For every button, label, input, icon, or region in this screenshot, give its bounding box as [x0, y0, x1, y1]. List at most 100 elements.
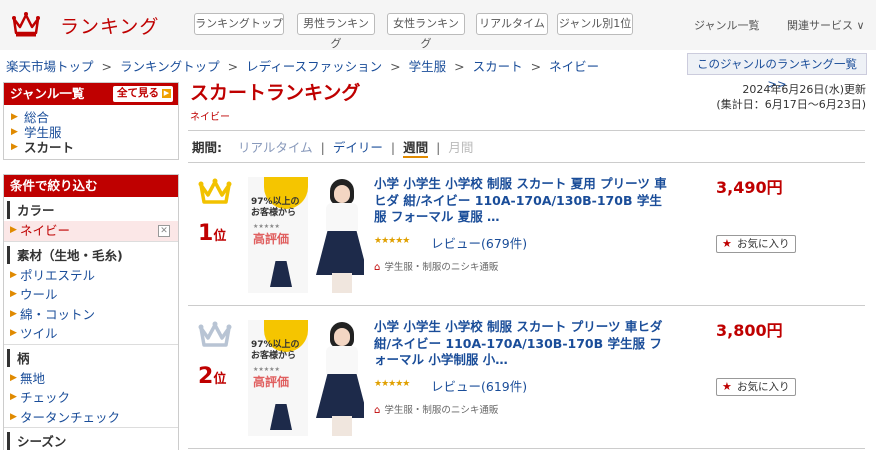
filter-item-tartan[interactable]: ▶ タータンチェック [4, 408, 178, 428]
sidebar-item-overall[interactable]: ▶ 総合 [4, 110, 178, 125]
filter-item-label: ツイル [20, 326, 58, 341]
breadcrumb: 楽天市場トップ > ランキングトップ > レディースファッション > 学生服 > スカート > ネイ… [6, 56, 599, 75]
genre-list-header: ジャンル一覧 全て見る ▶ [4, 83, 178, 105]
filter-item-twill[interactable]: ▶ ツイル [4, 324, 178, 344]
shop-name-link[interactable]: 学生服・制服のニシキ通販 [384, 262, 498, 273]
breadcrumb-item[interactable]: 楽天市場トップ [6, 59, 94, 74]
bullet-icon: ▶ [11, 127, 18, 137]
filter-item-label: タータンチェック [20, 409, 121, 425]
ranking-logo-text[interactable]: ランキング [60, 12, 159, 39]
filter-item-plain[interactable]: ▶ 無地 [4, 369, 178, 389]
breadcrumb-item[interactable]: ランキングトップ [120, 59, 220, 74]
top-header: ランキング ランキングトップ 男性ランキング 女性ランキング リアルタイム ジャ… [0, 0, 876, 50]
filter-item-check[interactable]: ▶ チェック [4, 388, 178, 408]
filter-section-material: 素材（生地・毛糸) ▶ ポリエステル ▶ ウール ▶ 綿・コットン ▶ ツイル [4, 240, 178, 344]
tab-ranking-top[interactable]: ランキングトップ [194, 13, 284, 35]
favorite-label: お気に入り [737, 381, 790, 393]
breadcrumb-separator: > [101, 59, 112, 74]
tab-male-ranking[interactable]: 男性ランキング [297, 13, 375, 50]
review-link[interactable]: レビュー(679件) [431, 233, 527, 252]
rank-value: 1 [198, 221, 214, 246]
filter-section-season: シーズン [4, 427, 178, 450]
period-selector: 期間: リアルタイム | デイリー | 週間 | 月間 [192, 137, 474, 158]
tab-female-ranking[interactable]: 女性ランキング [387, 13, 465, 50]
filter-item-label: 綿・コットン [20, 306, 96, 322]
breadcrumb-separator: > [530, 59, 542, 74]
bullet-icon: ▶ [10, 225, 17, 235]
page-title: スカートランキング [190, 82, 361, 104]
rank-number: 1位 [198, 221, 238, 246]
rank-suffix: 位 [213, 372, 227, 387]
favorite-button[interactable]: ★ お気に入り [716, 235, 796, 253]
breadcrumb-item[interactable]: 学生服 [409, 59, 447, 74]
related-services-link[interactable]: 関連サービス ∨ [787, 17, 865, 33]
price: 3,800円 [716, 321, 783, 340]
updated-info: 2024年6月26日(水)更新 (集計日：6月17日～6月23日) [716, 82, 866, 112]
thumb-text: 高評価 [253, 232, 290, 246]
rating-stars-icon: ★★★★★ [374, 379, 410, 389]
see-all-button[interactable]: 全て見る ▶ [113, 86, 173, 102]
rank-suffix: 位 [213, 229, 227, 244]
genre-list-link[interactable]: ジャンル一覧 [694, 17, 759, 33]
tab-realtime[interactable]: リアルタイム [476, 13, 548, 35]
bullet-icon: ▶ [10, 392, 17, 402]
filter-item-label: ネイビー [20, 223, 71, 238]
breadcrumb-item[interactable]: ネイビー [549, 59, 599, 74]
thumb-text: 97%以上の [251, 340, 300, 350]
silver-crown-icon [198, 321, 232, 347]
sidebar-item-school-uniform[interactable]: ▶ 学生服 [4, 125, 178, 140]
bullet-icon: ▶ [10, 411, 17, 422]
price: 3,490円 [716, 178, 783, 197]
period-weekly[interactable]: 週間 [403, 140, 429, 158]
bullet-icon: ▶ [11, 142, 18, 152]
ranking-item: 1位 97%以上の お客様から ★★★★★ 高評価 小学 小学生 小学校 制服 ス… [188, 163, 865, 306]
rank-number: 2位 [198, 364, 238, 389]
shop-home-icon: ⌂ [374, 405, 381, 416]
ranking-item: 2位 97%以上の お客様から ★★★★★ 高評価 小学 小学生 小学校 制服 ス… [188, 306, 865, 449]
product-title-link[interactable]: 小学 小学生 小学校 制服 スカート プリーツ 車ヒダ 紺/ネイビー 110A-… [374, 319, 674, 369]
bullet-icon: ▶ [10, 328, 17, 338]
breadcrumb-separator: > [454, 59, 465, 74]
filter-box: 条件で絞り込む カラー ▶ ネイビー ✕ 素材（生地・毛糸) ▶ ポリエステル ▶ ウー… [3, 174, 179, 450]
breadcrumb-separator: > [227, 59, 239, 74]
bullet-icon: ▶ [10, 372, 17, 383]
period-separator: | [320, 140, 325, 155]
favorite-button[interactable]: ★ お気に入り [716, 378, 796, 396]
bullet-icon: ▶ [10, 269, 17, 280]
sidebar-item-label: 総合 [24, 110, 50, 125]
bullet-icon: ▶ [11, 112, 18, 122]
breadcrumb-item[interactable]: レディースファッション [246, 59, 382, 74]
shop-info: ⌂ 学生服・制服のニシキ通販 [374, 402, 498, 416]
page-subtitle: ネイビー [190, 112, 230, 123]
shop-name-link[interactable]: 学生服・制服のニシキ通販 [384, 405, 498, 416]
period-separator: | [436, 140, 441, 155]
favorite-label: お気に入り [737, 238, 790, 250]
period-realtime[interactable]: リアルタイム [238, 140, 313, 155]
product-thumbnail[interactable]: 97%以上の お客様から ★★★★★ 高評価 [248, 320, 364, 436]
tab-genre-first[interactable]: ジャンル別1位 [557, 13, 633, 35]
review-link[interactable]: レビュー(619件) [431, 376, 527, 395]
shop-info: ⌂ 学生服・制服のニシキ通販 [374, 259, 498, 273]
filter-item-navy[interactable]: ▶ ネイビー ✕ [4, 221, 178, 241]
star-icon: ★ [722, 380, 732, 393]
filter-title: 素材（生地・毛糸) [7, 245, 178, 264]
breadcrumb-item[interactable]: スカート [473, 59, 523, 74]
filter-item-wool[interactable]: ▶ ウール [4, 285, 178, 305]
sidebar-item-skirt[interactable]: ▶ スカート [4, 140, 178, 155]
product-title-link[interactable]: 小学 小学生 小学校 制服 スカート 夏用 プリーツ 車ヒダ 紺/ネイビー 11… [374, 176, 674, 226]
product-thumbnail[interactable]: 97%以上の お客様から ★★★★★ 高評価 [248, 177, 364, 293]
period-daily[interactable]: デイリー [333, 140, 383, 155]
period-separator: | [390, 140, 396, 155]
period-monthly: 月間 [448, 140, 474, 155]
sidebar-item-label: 学生服 [24, 125, 62, 140]
divider [188, 130, 865, 131]
filter-item-polyester[interactable]: ▶ ポリエステル [4, 266, 178, 286]
aggregation-period: (集計日：6月17日～6月23日) [716, 98, 866, 111]
rank-value: 2 [198, 364, 214, 389]
genre-ranking-list-button[interactable]: このジャンルのランキング一覧 >> [687, 53, 867, 91]
filter-section-pattern: 柄 ▶ 無地 ▶ チェック ▶ タータンチェック [4, 343, 178, 428]
clear-filter-icon[interactable]: ✕ [158, 225, 170, 237]
filter-item-cotton[interactable]: ▶ 綿・コットン [4, 305, 178, 325]
rating-stars-icon: ★★★★★ [374, 236, 410, 246]
crown-logo-icon[interactable] [12, 11, 40, 37]
